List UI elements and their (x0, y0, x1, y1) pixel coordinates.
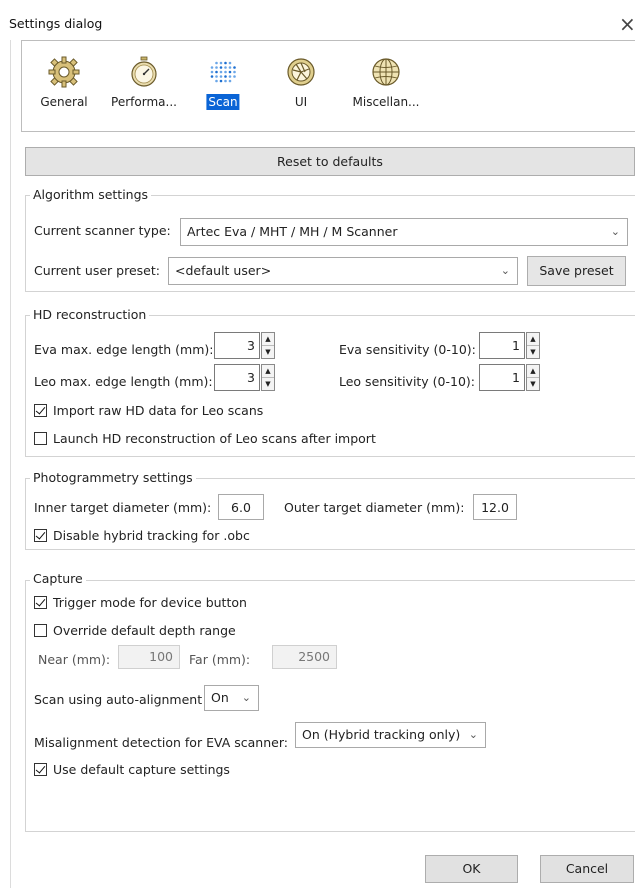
category-label: General (40, 95, 88, 109)
default-capture-label: Use default capture settings (53, 762, 230, 777)
far-label: Far (mm): (189, 652, 251, 667)
category-label: Miscellan... (352, 95, 420, 109)
user-preset-select[interactable]: <default user> ⌄ (168, 257, 518, 285)
window-title: Settings dialog (9, 16, 103, 31)
outer-target-label: Outer target diameter (mm): (284, 500, 465, 515)
auto-alignment-label: Scan using auto-alignment (34, 692, 203, 707)
category-panel: General Performa... Scan UI Miscellan... (21, 40, 635, 132)
leo-edge-input[interactable]: 3 (214, 364, 260, 391)
leo-sensitivity-label: Leo sensitivity (0-10): (339, 374, 476, 389)
eva-edge-spinner[interactable]: ▲ ▼ (261, 332, 275, 359)
trigger-mode-label: Trigger mode for device button (53, 595, 247, 610)
spin-down-icon[interactable]: ▼ (527, 346, 539, 358)
category-miscellaneous[interactable]: Miscellan... (346, 41, 426, 126)
chevron-down-icon: ⌄ (500, 264, 510, 277)
spin-up-icon[interactable]: ▲ (262, 333, 274, 346)
misalignment-select[interactable]: On (Hybrid tracking only) ⌄ (295, 722, 486, 748)
hd-reconstruction-title: HD reconstruction (30, 307, 150, 322)
globe-icon (369, 55, 403, 89)
inner-target-input[interactable]: 6.0 (218, 494, 264, 520)
misalignment-label: Misalignment detection for EVA scanner: (34, 735, 288, 750)
auto-alignment-value: On (211, 690, 229, 705)
spin-down-icon[interactable]: ▼ (262, 346, 274, 358)
eva-edge-input[interactable]: 3 (214, 332, 260, 359)
category-ui[interactable]: UI (284, 41, 318, 126)
algorithm-settings-title: Algorithm settings (30, 187, 152, 202)
category-general[interactable]: General (40, 41, 88, 126)
misalignment-value: On (Hybrid tracking only) (302, 727, 461, 742)
user-preset-label: Current user preset: (34, 263, 160, 278)
default-capture-checkbox[interactable] (34, 763, 47, 776)
cancel-button[interactable]: Cancel (540, 855, 634, 883)
category-label: UI (294, 95, 308, 109)
scanner-type-value: Artec Eva / MHT / MH / M Scanner (187, 224, 398, 239)
user-preset-value: <default user> (175, 263, 272, 278)
inner-target-label: Inner target diameter (mm): (34, 500, 212, 515)
reset-defaults-button[interactable]: Reset to defaults (25, 147, 635, 176)
gear-icon (47, 55, 81, 89)
eva-sensitivity-spinner[interactable]: ▲ ▼ (526, 332, 540, 359)
category-label: Scan (206, 94, 240, 110)
spin-down-icon[interactable]: ▼ (527, 378, 539, 390)
near-label: Near (mm): (38, 652, 111, 667)
chevron-down-icon: ⌄ (610, 225, 620, 238)
category-label: Performa... (111, 95, 177, 109)
capture-title: Capture (30, 571, 86, 586)
leo-sensitivity-spinner[interactable]: ▲ ▼ (526, 364, 540, 391)
far-input[interactable]: 2500 (272, 645, 337, 669)
near-input[interactable]: 100 (118, 645, 180, 669)
leo-sensitivity-input[interactable]: 1 (479, 364, 525, 391)
outer-target-input[interactable]: 12.0 (473, 494, 517, 520)
chevron-down-icon: ⌄ (241, 691, 251, 704)
eva-sensitivity-input[interactable]: 1 (479, 332, 525, 359)
stopwatch-icon (127, 55, 161, 89)
leo-edge-spinner[interactable]: ▲ ▼ (261, 364, 275, 391)
spin-up-icon[interactable]: ▲ (262, 365, 274, 378)
save-preset-button[interactable]: Save preset (527, 256, 626, 286)
trigger-mode-checkbox[interactable] (34, 596, 47, 609)
scanner-type-label: Current scanner type: (34, 223, 171, 238)
eva-edge-label: Eva max. edge length (mm): (34, 342, 214, 357)
disable-hybrid-label: Disable hybrid tracking for .obc (53, 528, 250, 543)
photogrammetry-title: Photogrammetry settings (30, 470, 196, 485)
eva-sensitivity-label: Eva sensitivity (0-10): (339, 342, 476, 357)
category-scan[interactable]: Scan (200, 41, 246, 126)
dot-grid-icon (206, 55, 240, 89)
disable-hybrid-checkbox[interactable] (34, 529, 47, 542)
override-depth-label: Override default depth range (53, 623, 236, 638)
scanner-type-select[interactable]: Artec Eva / MHT / MH / M Scanner ⌄ (180, 218, 628, 246)
auto-alignment-select[interactable]: On ⌄ (204, 685, 259, 711)
leo-edge-label: Leo max. edge length (mm): (34, 374, 213, 389)
spin-up-icon[interactable]: ▲ (527, 365, 539, 378)
category-performance[interactable]: Performa... (106, 41, 182, 126)
title-bar: Settings dialog × (0, 0, 635, 40)
chevron-down-icon: ⌄ (468, 728, 478, 741)
left-border (10, 40, 11, 888)
close-icon[interactable]: × (619, 12, 635, 36)
override-depth-checkbox[interactable] (34, 624, 47, 637)
launch-hd-checkbox[interactable] (34, 432, 47, 445)
import-raw-label: Import raw HD data for Leo scans (53, 403, 264, 418)
import-raw-checkbox[interactable] (34, 404, 47, 417)
spin-up-icon[interactable]: ▲ (527, 333, 539, 346)
spin-down-icon[interactable]: ▼ (262, 378, 274, 390)
launch-hd-label: Launch HD reconstruction of Leo scans af… (53, 431, 376, 446)
ok-button[interactable]: OK (425, 855, 518, 883)
aperture-icon (284, 55, 318, 89)
